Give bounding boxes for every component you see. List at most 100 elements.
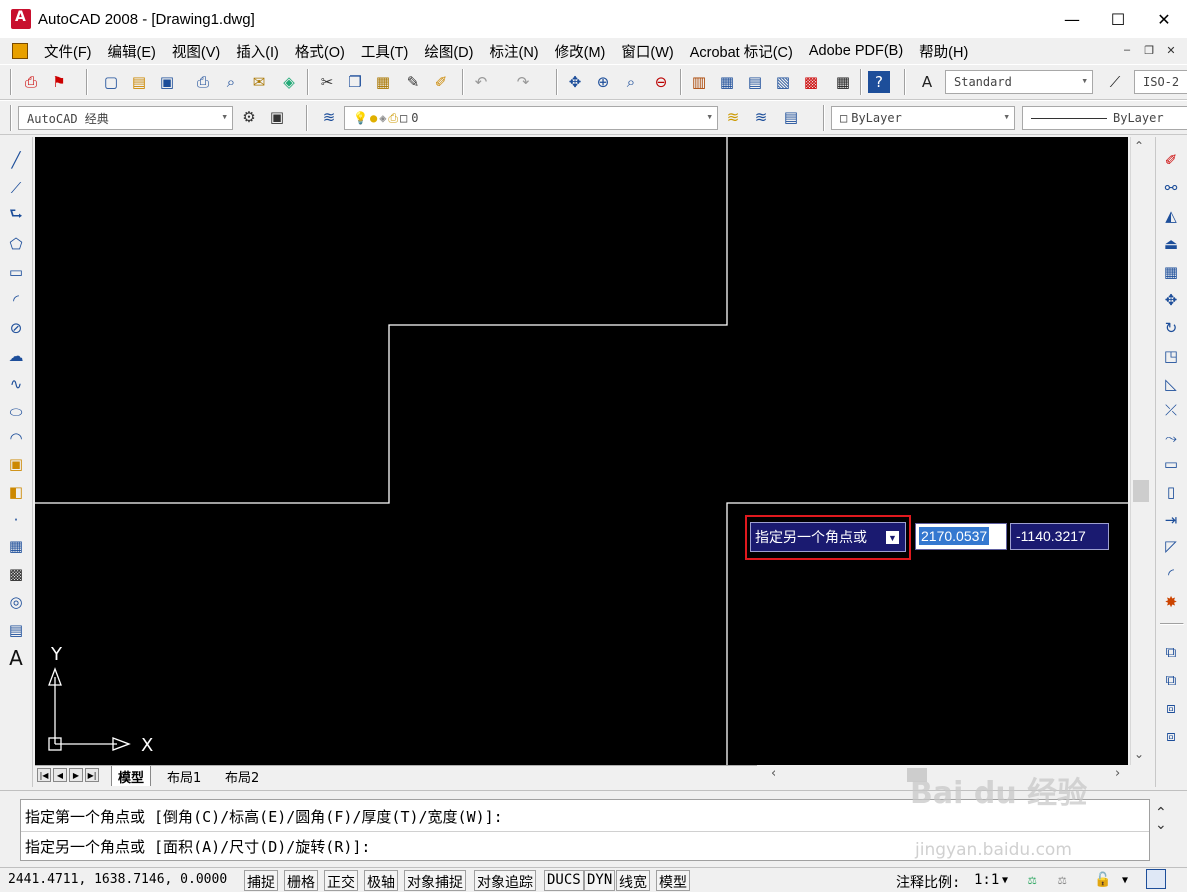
insert-block-icon[interactable]: ▣ — [5, 453, 27, 475]
dynamic-input-prompt[interactable]: 指定另一个角点或 ▼ — [750, 522, 906, 552]
layer-states-icon[interactable]: ▤ — [780, 106, 802, 128]
erase-icon[interactable]: ✐ — [1160, 149, 1182, 171]
offset-icon[interactable]: ⏏ — [1160, 233, 1182, 255]
snap-toggle[interactable]: 捕捉 — [244, 870, 278, 891]
polyline-icon[interactable]: ⮑ — [5, 205, 27, 227]
array-icon[interactable]: ▦ — [1160, 261, 1182, 283]
menu-window[interactable]: 窗口(W) — [613, 41, 681, 62]
bring-above-icon[interactable]: ⧈ — [1160, 697, 1182, 719]
menu-tools[interactable]: 工具(T) — [353, 41, 417, 62]
model-toggle[interactable]: 模型 — [656, 870, 690, 891]
doc-close-icon[interactable]: ✕ — [1163, 42, 1179, 58]
scroll-left-icon[interactable]: ‹ — [771, 766, 776, 781]
multiline-text-icon[interactable]: A — [5, 646, 27, 670]
revision-cloud-icon[interactable]: ☁ — [5, 345, 27, 367]
plot-preview-icon[interactable]: ⌕ — [220, 71, 242, 93]
copy-object-icon[interactable]: ⚯ — [1160, 177, 1182, 199]
point-icon[interactable]: · — [5, 509, 27, 531]
tool-palettes-icon[interactable]: ▤ — [744, 71, 766, 93]
undo-icon[interactable]: ↶ — [470, 71, 492, 93]
table-icon[interactable]: ▤ — [5, 619, 27, 641]
pdf-icon[interactable]: ⎙ — [20, 71, 42, 93]
auto-scale-icon[interactable]: ⚖ — [1058, 872, 1066, 888]
send-under-icon[interactable]: ⧈ — [1160, 725, 1182, 747]
rectangle-icon[interactable]: ▭ — [5, 261, 27, 283]
ortho-toggle[interactable]: 正交 — [324, 870, 358, 891]
3d-dwf-icon[interactable]: ◈ — [278, 71, 300, 93]
minimize-button[interactable]: — — [1049, 0, 1095, 38]
grid-toggle[interactable]: 栅格 — [284, 870, 318, 891]
line-icon[interactable]: ╱ — [5, 149, 27, 171]
horizontal-scroll-thumb[interactable] — [907, 768, 927, 782]
doc-restore-icon[interactable]: ❐ — [1141, 42, 1157, 58]
horizontal-scrollbar[interactable]: ‹ › — [757, 765, 1130, 785]
menu-help[interactable]: 帮助(H) — [911, 41, 976, 62]
ellipse-arc-icon[interactable]: ◠ — [5, 427, 27, 449]
paste-icon[interactable]: ▦ — [372, 71, 394, 93]
chamfer-icon[interactable]: ◸ — [1160, 535, 1182, 557]
scroll-right-icon[interactable]: › — [1115, 766, 1120, 781]
markup-icon[interactable]: ▩ — [800, 71, 822, 93]
color-select[interactable]: □ ByLayer ▾ — [831, 106, 1015, 130]
workspace-select[interactable]: AutoCAD 经典 ▾ — [18, 106, 233, 130]
scroll-up-icon[interactable]: ⌃ — [1134, 139, 1144, 153]
join-icon[interactable]: ⇥ — [1160, 509, 1182, 531]
dynamic-input-y-field[interactable]: -1140.3217 — [1010, 523, 1109, 550]
pan-icon[interactable]: ✥ — [564, 71, 586, 93]
menu-modify[interactable]: 修改(M) — [547, 41, 614, 62]
next-tab-icon[interactable]: ▶ — [69, 768, 83, 782]
copy-icon[interactable]: ❐ — [344, 71, 366, 93]
gradient-icon[interactable]: ▩ — [5, 563, 27, 585]
toolbar-lock-icon[interactable]: 🔓 — [1094, 872, 1111, 888]
text-style-select[interactable]: Standard ▾ — [945, 70, 1093, 94]
bring-to-front-icon[interactable]: ⧉ — [1160, 641, 1182, 663]
command-history[interactable]: 指定第一个角点或 [倒角(C)/标高(E)/圆角(F)/厚度(T)/宽度(W)]… — [20, 799, 1150, 861]
fillet-icon[interactable]: ◜ — [1160, 563, 1182, 585]
redo-icon[interactable]: ↷ — [512, 71, 534, 93]
maximize-button[interactable]: ☐ — [1095, 0, 1141, 38]
zoom-window-icon[interactable]: ⌕ — [620, 71, 642, 93]
menu-draw[interactable]: 绘图(D) — [416, 41, 481, 62]
menu-view[interactable]: 视图(V) — [164, 41, 228, 62]
design-center-icon[interactable]: ▦ — [716, 71, 738, 93]
block-editor-icon[interactable]: ✐ — [430, 71, 452, 93]
status-menu-icon[interactable]: ▼ — [1122, 875, 1128, 886]
rotate-icon[interactable]: ↻ — [1160, 317, 1182, 339]
osnap-toggle[interactable]: 对象捕捉 — [404, 870, 466, 891]
prev-tab-icon[interactable]: ◀ — [53, 768, 67, 782]
workspace-settings-icon[interactable]: ⚙ — [238, 106, 260, 128]
hatch-icon[interactable]: ▦ — [5, 535, 27, 557]
annotation-visibility-icon[interactable]: ⚖ — [1028, 872, 1036, 888]
ducs-toggle[interactable]: DUCS — [544, 870, 584, 891]
help-icon[interactable]: ? — [868, 71, 890, 93]
region-icon[interactable]: ◎ — [5, 591, 27, 613]
drawing-canvas[interactable]: Y X — [35, 137, 1128, 765]
cut-icon[interactable]: ✂ — [316, 71, 338, 93]
polygon-icon[interactable]: ⬠ — [5, 233, 27, 255]
dynamic-input-x-field[interactable]: 2170.0537 — [915, 523, 1007, 550]
arc-icon[interactable]: ◜ — [5, 289, 27, 311]
coordinate-readout[interactable]: 2441.4711, 1638.7146, 0.0000 — [8, 872, 227, 887]
chevron-down-icon[interactable]: ▼ — [1002, 875, 1008, 886]
menu-format[interactable]: 格式(O) — [287, 41, 353, 62]
break-at-point-icon[interactable]: ▭ — [1160, 453, 1182, 475]
menu-file[interactable]: 文件(F) — [36, 41, 100, 62]
close-button[interactable]: ✕ — [1141, 0, 1187, 38]
circle-icon[interactable]: ⊘ — [5, 317, 27, 339]
menu-acrobat[interactable]: Acrobat 标记(C) — [682, 41, 801, 62]
menu-edit[interactable]: 编辑(E) — [100, 41, 164, 62]
doc-minimize-icon[interactable]: – — [1119, 42, 1135, 58]
explode-icon[interactable]: ✸ — [1160, 591, 1182, 613]
text-style-icon[interactable]: A — [916, 71, 938, 93]
publish-icon[interactable]: ✉ — [248, 71, 270, 93]
linetype-select[interactable]: ByLayer — [1022, 106, 1187, 130]
vertical-scrollbar[interactable]: ⌃ ⌄ — [1130, 137, 1150, 765]
annotation-scale-value[interactable]: 1:1 — [974, 872, 999, 888]
lineweight-toggle[interactable]: 线宽 — [616, 870, 650, 891]
make-block-icon[interactable]: ◧ — [5, 481, 27, 503]
scale-icon[interactable]: ◳ — [1160, 345, 1182, 367]
dim-style-icon[interactable]: ⟋ — [1104, 71, 1126, 93]
first-tab-icon[interactable]: |◀ — [37, 768, 51, 782]
mirror-icon[interactable]: ◭ — [1160, 205, 1182, 227]
sheet-set-icon[interactable]: ▧ — [772, 71, 794, 93]
